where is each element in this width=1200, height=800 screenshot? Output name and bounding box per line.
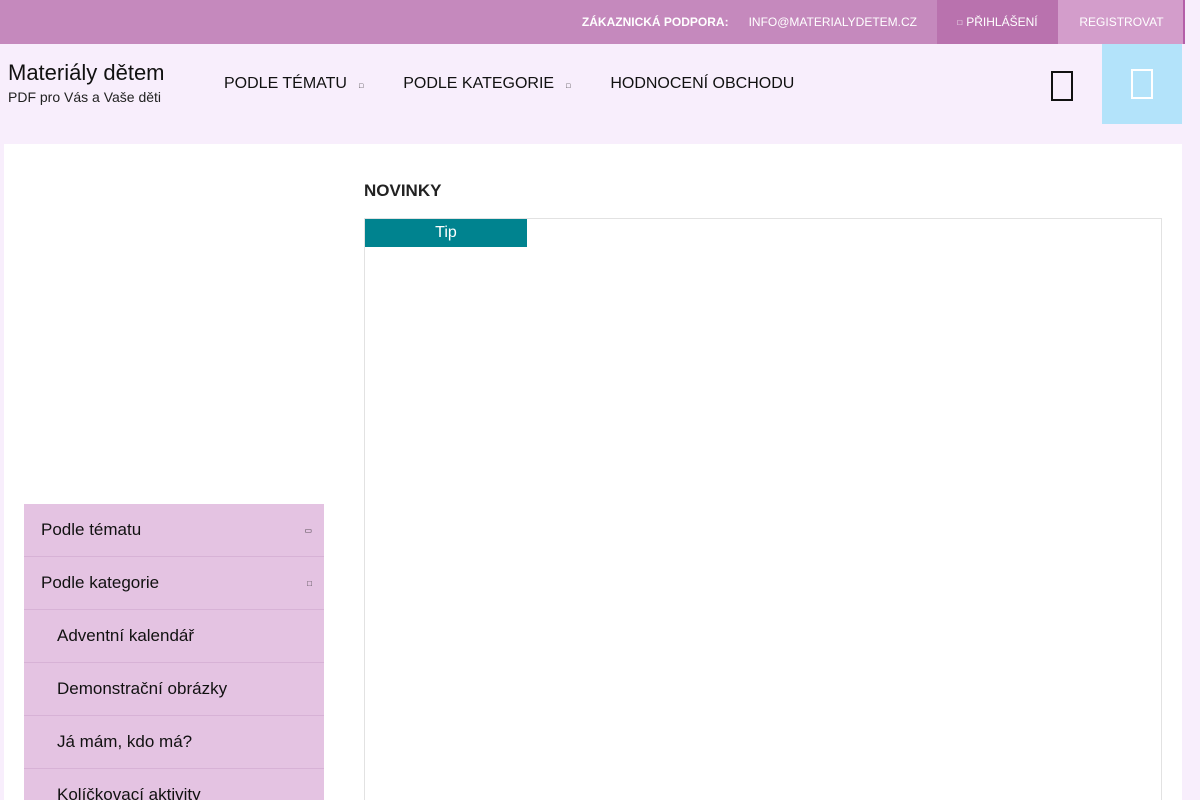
search-icon[interactable]: [1048, 68, 1076, 104]
sidebar-item-label: Adventní kalendář: [57, 626, 195, 645]
sidebar-item-podle-tematu[interactable]: Podle tématu ▭: [24, 504, 324, 557]
support-email-link[interactable]: info@materialydetem.cz: [749, 15, 917, 29]
search-icon-glyph: [1051, 71, 1073, 101]
user-icon: □: [957, 17, 963, 27]
top-bar: Zákaznická podpora: info@materialydetem.…: [0, 0, 1185, 44]
topbar-divider: [1183, 0, 1185, 44]
chevron-down-icon: □: [358, 82, 364, 90]
sidebar-item-label: Podle kategorie: [41, 573, 160, 592]
sidebar-item-label: Podle tématu: [41, 520, 142, 539]
main-nav: Podle tématu □ Podle kategorie □ Hodnoce…: [224, 75, 834, 93]
sidebar-item-label: Kolíčkovací aktivity: [57, 785, 201, 800]
nav-item-podle-kategorie[interactable]: Podle kategorie □: [403, 75, 570, 93]
sidebar-item-kolickovaci-aktivity[interactable]: Kolíčkovací aktivity: [24, 769, 324, 800]
main-content: Podle tématu ▭ Podle kategorie □ Adventn…: [4, 144, 1182, 800]
nav-item-label: Hodnocení obchodu: [610, 75, 795, 92]
sidebar-item-ja-mam-kdo-ma[interactable]: Já mám, kdo má?: [24, 716, 324, 769]
sidebar-item-podle-kategorie[interactable]: Podle kategorie □: [24, 557, 324, 610]
login-button[interactable]: □ Přihlášení: [937, 0, 1058, 44]
product-card[interactable]: Tip: [364, 218, 1162, 800]
site-title[interactable]: Materiály dětem: [8, 60, 165, 86]
collapse-icon[interactable]: ▭: [304, 526, 312, 535]
nav-item-label: Podle tématu: [224, 75, 347, 92]
register-button[interactable]: Registrovat: [1058, 0, 1185, 44]
site-header: Materiály dětem PDF pro Vás a Vaše děti …: [0, 44, 1200, 124]
nav-item-podle-tematu[interactable]: Podle tématu □: [224, 75, 363, 93]
sidebar-item-label: Já mám, kdo má?: [57, 732, 193, 751]
sidebar: Podle tématu ▭ Podle kategorie □ Adventn…: [24, 504, 324, 800]
support-label: Zákaznická podpora:: [581, 15, 729, 29]
nav-item-hodnoceni-obchodu[interactable]: Hodnocení obchodu: [610, 75, 794, 93]
cart-icon: [1131, 69, 1153, 99]
cart-button[interactable]: [1102, 44, 1182, 124]
sidebar-item-demonstracni-obrazky[interactable]: Demonstrační obrázky: [24, 663, 324, 716]
expand-icon[interactable]: □: [307, 579, 312, 588]
sidebar-item-adventni-kalendar[interactable]: Adventní kalendář: [24, 610, 324, 663]
chevron-down-icon: □: [566, 82, 571, 90]
site-subtitle: PDF pro Vás a Vaše děti: [8, 89, 162, 105]
section-title: Novinky: [364, 181, 442, 200]
sidebar-item-label: Demonstrační obrázky: [57, 679, 228, 698]
nav-item-label: Podle kategorie: [403, 75, 555, 92]
login-label: Přihlášení: [966, 15, 1038, 29]
tip-badge: Tip: [365, 219, 527, 247]
